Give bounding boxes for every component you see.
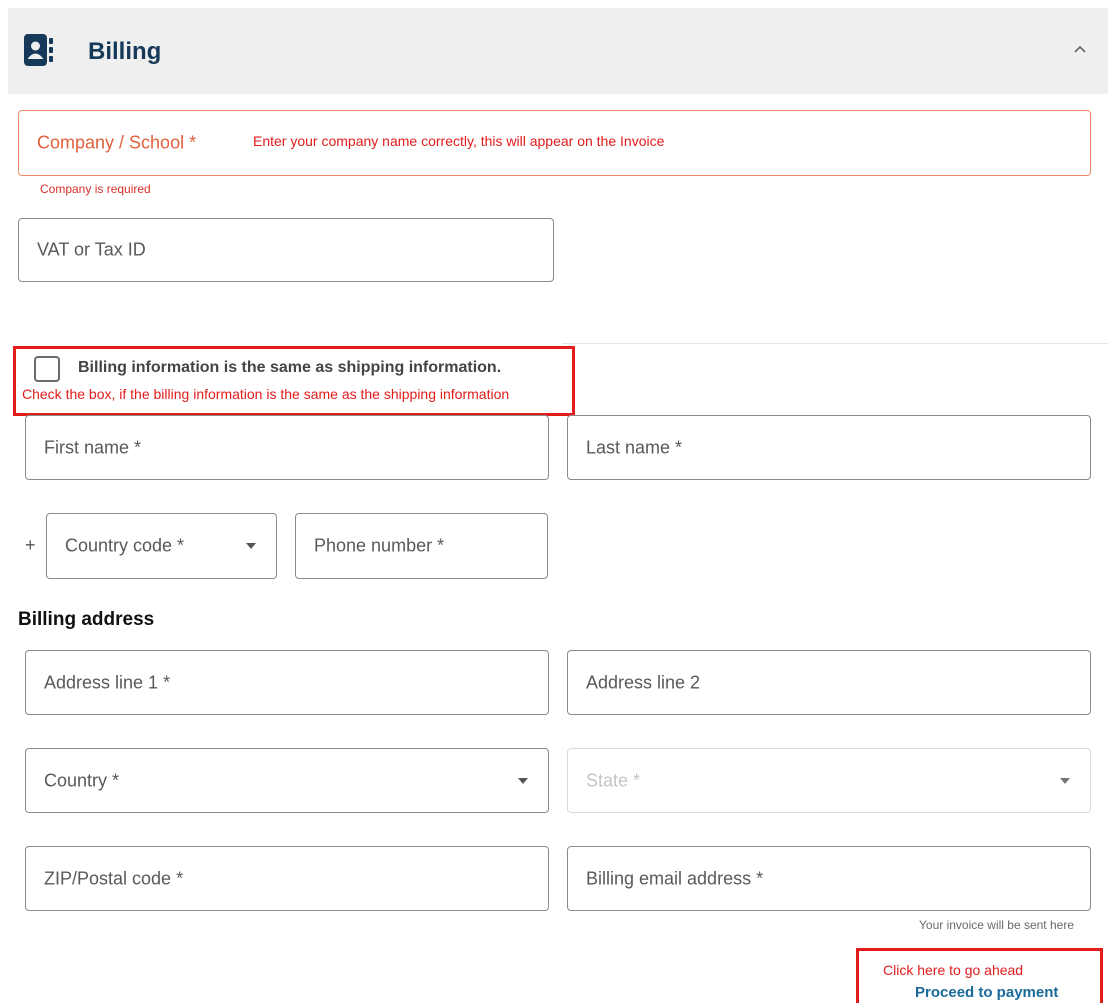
caret-down-icon (1060, 777, 1070, 784)
company-error-message: Company is required (40, 182, 151, 196)
proceed-annotation-box: Click here to go ahead Proceed to paymen… (856, 948, 1103, 1003)
company-annotation: Enter your company name correctly, this … (253, 133, 665, 149)
same-as-shipping-checkbox[interactable] (34, 356, 60, 382)
first-name-placeholder: First name * (44, 437, 142, 457)
country-code-select[interactable]: Country code * (46, 513, 277, 579)
email-hint: Your invoice will be sent here (919, 918, 1074, 932)
country-select[interactable]: Country * (25, 748, 549, 813)
last-name-field[interactable]: Last name * (567, 415, 1091, 480)
country-placeholder: Country * (44, 770, 120, 790)
proceed-to-payment-link[interactable]: Proceed to payment (915, 984, 1058, 1001)
vat-field[interactable]: VAT or Tax ID (18, 218, 554, 282)
chevron-up-icon[interactable] (1072, 42, 1088, 58)
proceed-annotation: Click here to go ahead (883, 962, 1024, 978)
vat-placeholder: VAT or Tax ID (37, 239, 146, 260)
same-as-shipping-label[interactable]: Billing information is the same as shipp… (78, 359, 501, 377)
zip-placeholder: ZIP/Postal code * (44, 868, 184, 888)
billing-email-field[interactable]: Billing email address * (567, 846, 1091, 911)
state-select[interactable]: State * (567, 748, 1091, 813)
contact-book-icon (24, 34, 53, 66)
last-name-placeholder: Last name * (586, 437, 683, 457)
phone-number-placeholder: Phone number * (314, 535, 445, 556)
divider (562, 343, 1108, 344)
billing-email-placeholder: Billing email address * (586, 868, 764, 888)
address-line1-placeholder: Address line 1 * (44, 672, 171, 692)
phone-number-field[interactable]: Phone number * (295, 513, 548, 579)
caret-down-icon (518, 777, 528, 784)
company-field[interactable]: Company / School * Enter your company na… (18, 110, 1091, 176)
caret-down-icon (246, 543, 256, 549)
section-title: Billing (88, 38, 162, 65)
first-name-field[interactable]: First name * (25, 415, 549, 480)
billing-section-header[interactable]: Billing (8, 8, 1108, 94)
address-line2-field[interactable]: Address line 2 (567, 650, 1091, 715)
billing-address-title: Billing address (18, 609, 155, 630)
state-placeholder: State * (586, 770, 641, 790)
address-line1-field[interactable]: Address line 1 * (25, 650, 549, 715)
address-line2-placeholder: Address line 2 (586, 672, 701, 692)
country-code-placeholder: Country code * (65, 535, 185, 556)
company-placeholder: Company / School * (37, 132, 197, 153)
plus-sign: + (25, 535, 36, 555)
checkbox-annotation-box (13, 346, 575, 416)
same-as-shipping-annotation: Check the box, if the billing informatio… (22, 386, 510, 402)
zip-field[interactable]: ZIP/Postal code * (25, 846, 549, 911)
